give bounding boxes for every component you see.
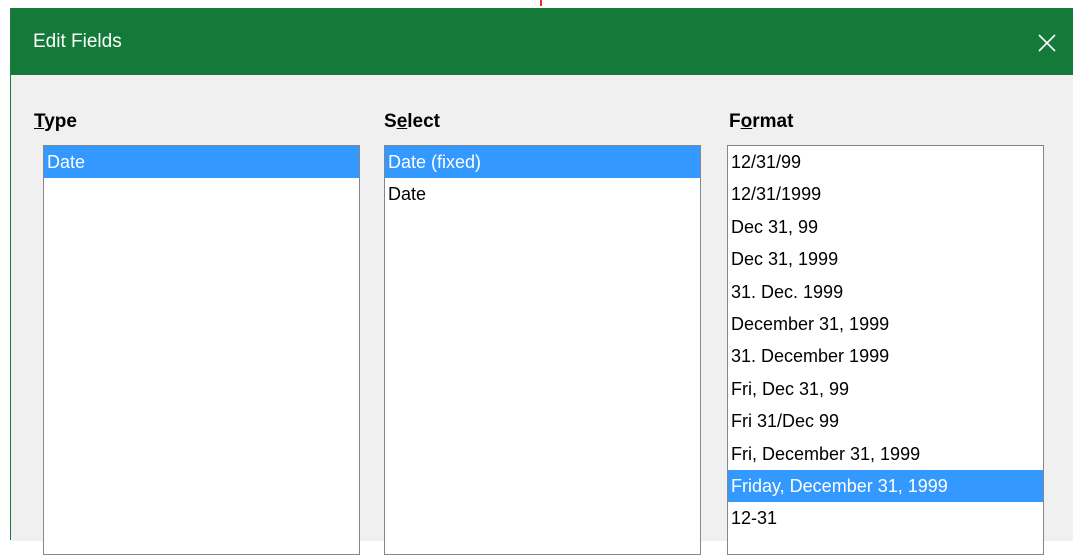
dialog-content: Type Date Select Date (fixed) Date Forma…: [11, 75, 1073, 555]
list-item[interactable]: Fri 31/Dec 99: [728, 405, 1043, 437]
list-item[interactable]: 12/31/99: [728, 146, 1043, 178]
list-item[interactable]: 12-31: [728, 502, 1043, 534]
list-item[interactable]: 12/31/1999: [728, 178, 1043, 210]
list-item[interactable]: Fri, Dec 31, 99: [728, 373, 1043, 405]
format-listbox[interactable]: 12/31/99 12/31/1999 Dec 31, 99 Dec 31, 1…: [727, 145, 1044, 555]
type-listbox[interactable]: Date: [43, 145, 360, 555]
list-item[interactable]: Date: [44, 146, 359, 179]
list-item[interactable]: Friday, December 31, 1999: [728, 469, 1043, 503]
dialog-title: Edit Fields: [33, 31, 122, 52]
list-item[interactable]: Dec 31, 1999: [728, 243, 1043, 275]
list-item[interactable]: Date: [385, 178, 700, 210]
format-label: Format: [729, 111, 794, 132]
list-item[interactable]: Dec 31, 99: [728, 211, 1043, 243]
title-bar[interactable]: Edit Fields: [11, 9, 1073, 75]
edit-fields-dialog: Edit Fields Type Date Select Date (fixed…: [10, 8, 1073, 555]
accent-mark: [540, 0, 542, 6]
close-icon: [1038, 34, 1056, 52]
select-label: Select: [384, 111, 441, 132]
type-label: Type: [34, 111, 77, 132]
list-item[interactable]: 31. December 1999: [728, 340, 1043, 372]
list-item[interactable]: 31. Dec. 1999: [728, 276, 1043, 308]
list-item[interactable]: Fri, December 31, 1999: [728, 438, 1043, 470]
list-item[interactable]: Date (fixed): [385, 146, 700, 179]
select-listbox[interactable]: Date (fixed) Date: [384, 145, 701, 555]
close-button[interactable]: [1027, 23, 1067, 63]
list-item[interactable]: December 31, 1999: [728, 308, 1043, 340]
